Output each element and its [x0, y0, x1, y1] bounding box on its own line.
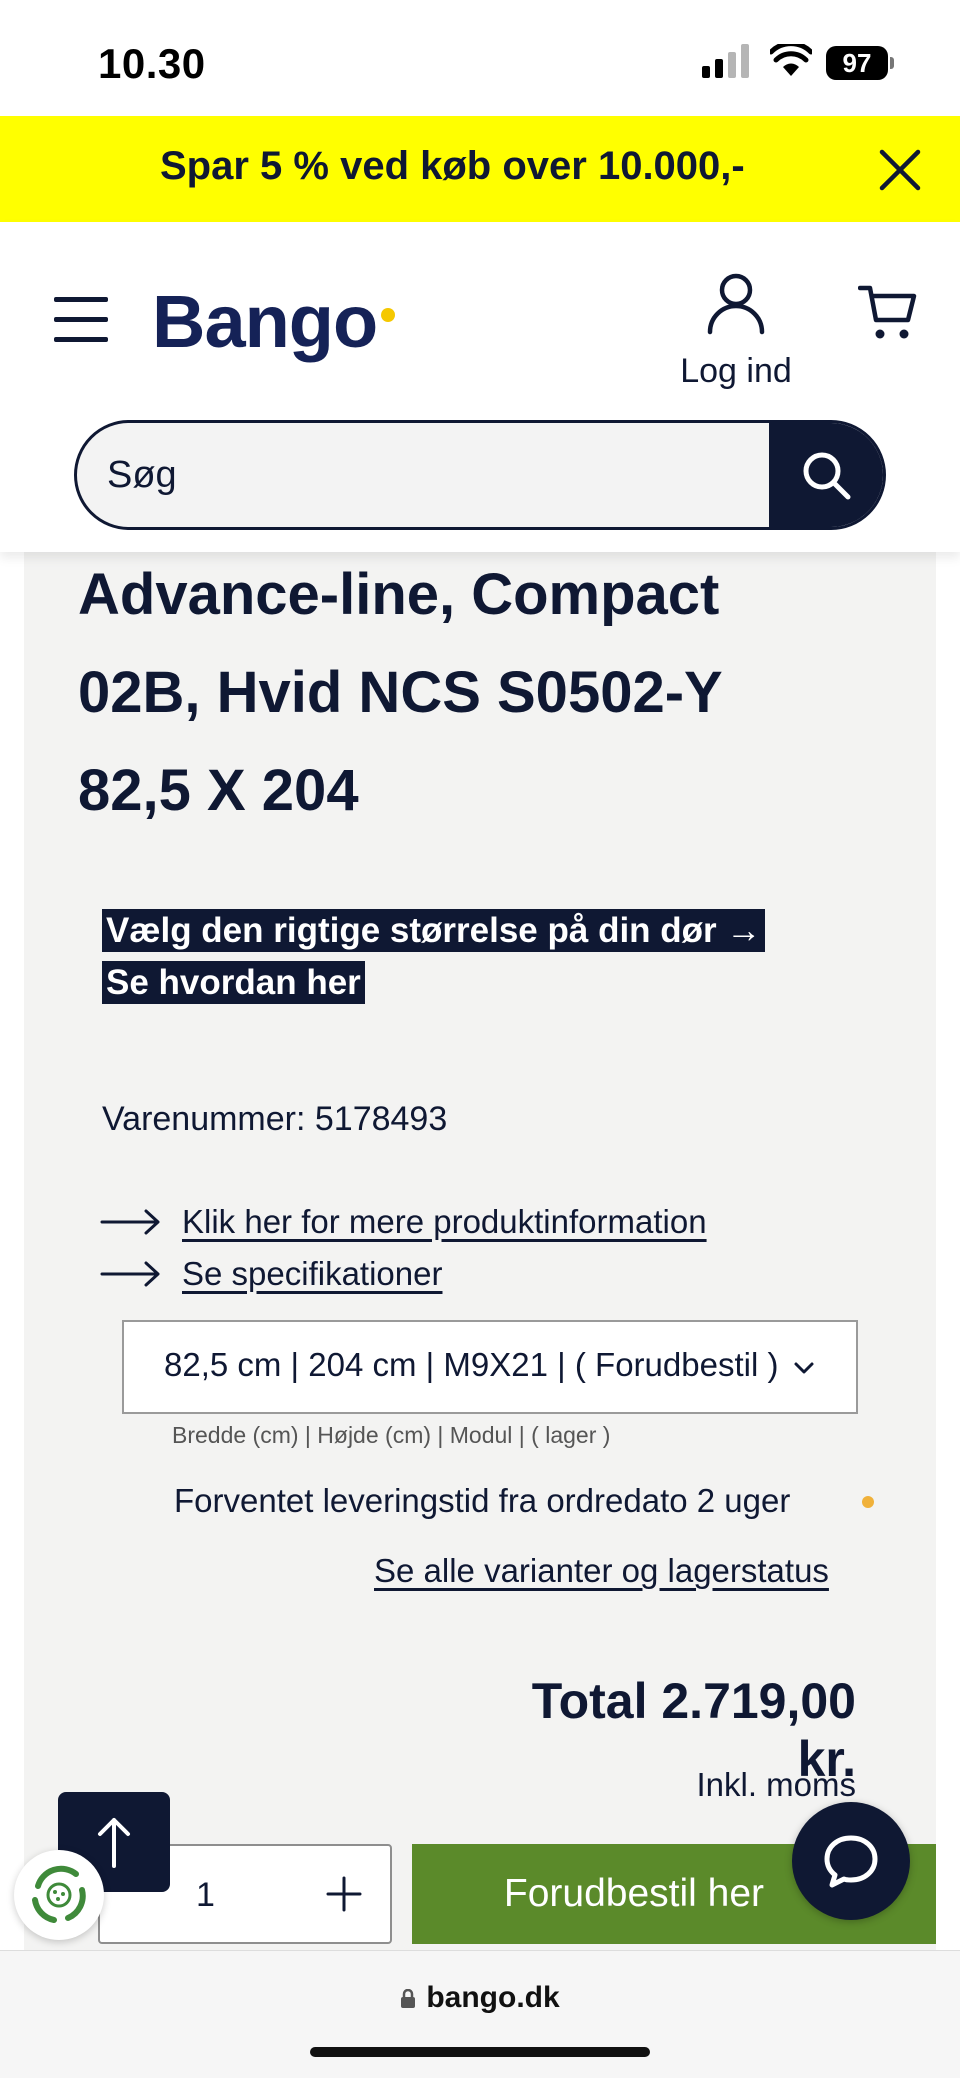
wifi-icon: [770, 44, 812, 76]
battery-icon: 97: [826, 46, 894, 80]
hamburger-menu-icon[interactable]: [52, 294, 110, 346]
battery-level: 97: [826, 46, 888, 80]
specifications-link-row[interactable]: Se specifikationer: [100, 1252, 442, 1296]
variant-select[interactable]: 82,5 cm | 204 cm | M9X21 | ( Forudbestil…: [122, 1320, 858, 1414]
search-input[interactable]: [107, 423, 787, 527]
cellular-signal-icon: [702, 44, 749, 78]
site-header: Bango Log ind: [0, 222, 960, 552]
url-text: bango.dk: [426, 1981, 560, 2014]
promo-text: Spar 5 % ved køb over 10.000,-: [160, 144, 745, 188]
promo-banner: Spar 5 % ved køb over 10.000,-: [0, 116, 960, 222]
arrow-right-icon: [100, 1261, 160, 1287]
login-button[interactable]: Log ind: [666, 272, 806, 402]
bango-logo[interactable]: Bango: [152, 280, 396, 363]
status-bar: 10.30 97: [0, 0, 960, 116]
product-title-line: 82,5 X 204: [78, 758, 359, 823]
search-button[interactable]: [769, 423, 883, 527]
chevron-down-icon: [790, 1354, 818, 1382]
close-icon[interactable]: [876, 146, 924, 194]
arrow-up-icon: [98, 1818, 130, 1868]
plus-icon[interactable]: [324, 1874, 364, 1914]
recycle-icon: [32, 1865, 86, 1923]
logo-dot: [381, 308, 396, 322]
specifications-link[interactable]: Se specifikationer: [182, 1255, 442, 1293]
size-guide-link[interactable]: Vælg den rigtige størrelse på din dør → …: [102, 905, 812, 1009]
search-bar: [74, 420, 886, 530]
chat-button[interactable]: [792, 1802, 910, 1920]
variant-selected-value: 82,5 cm | 204 cm | M9X21 | ( Forudbestil…: [164, 1346, 779, 1383]
all-variants-link[interactable]: Se alle varianter og lagerstatus: [374, 1552, 829, 1590]
variant-caption: Bredde (cm) | Højde (cm) | Modul | ( lag…: [172, 1422, 611, 1448]
delivery-estimate: Forventet leveringstid fra ordredato 2 u…: [174, 1482, 791, 1519]
search-icon: [803, 452, 851, 500]
chat-icon: [824, 1835, 878, 1888]
delivery-status-dot: [862, 1496, 874, 1508]
preorder-button-label: Forudbestil her: [503, 1872, 765, 1915]
product-title-line: 02B, Hvid NCS S0502-Y: [78, 660, 723, 725]
arrow-right-icon: [100, 1209, 160, 1235]
sku-number: Varenummer: 5178493: [102, 1100, 448, 1138]
product-info-link[interactable]: Klik her for mere produktinformation: [182, 1203, 707, 1241]
status-time: 10.30: [98, 40, 206, 87]
vat-note: Inkl. moms: [696, 1766, 856, 1803]
quantity-value[interactable]: 1: [196, 1876, 216, 1915]
size-guide-text: Vælg den rigtige størrelse på din dør → …: [102, 909, 766, 1004]
cart-icon[interactable]: [858, 284, 918, 342]
product-title-line: Advance-line, Compact: [78, 562, 720, 627]
lock-icon: [401, 1989, 416, 2008]
product-title: Advance-line, Compact 02B, Hvid NCS S050…: [78, 546, 838, 840]
browser-address-bar: bango.dk: [0, 1950, 960, 2078]
home-indicator[interactable]: [310, 2047, 650, 2057]
login-label: Log ind: [680, 352, 792, 390]
eco-badge[interactable]: [14, 1850, 104, 1940]
url-field[interactable]: bango.dk: [0, 1981, 960, 2015]
logo-text: Bango: [152, 280, 378, 363]
product-info-link-row[interactable]: Klik her for mere produktinformation: [100, 1200, 707, 1244]
user-icon: [707, 273, 765, 335]
